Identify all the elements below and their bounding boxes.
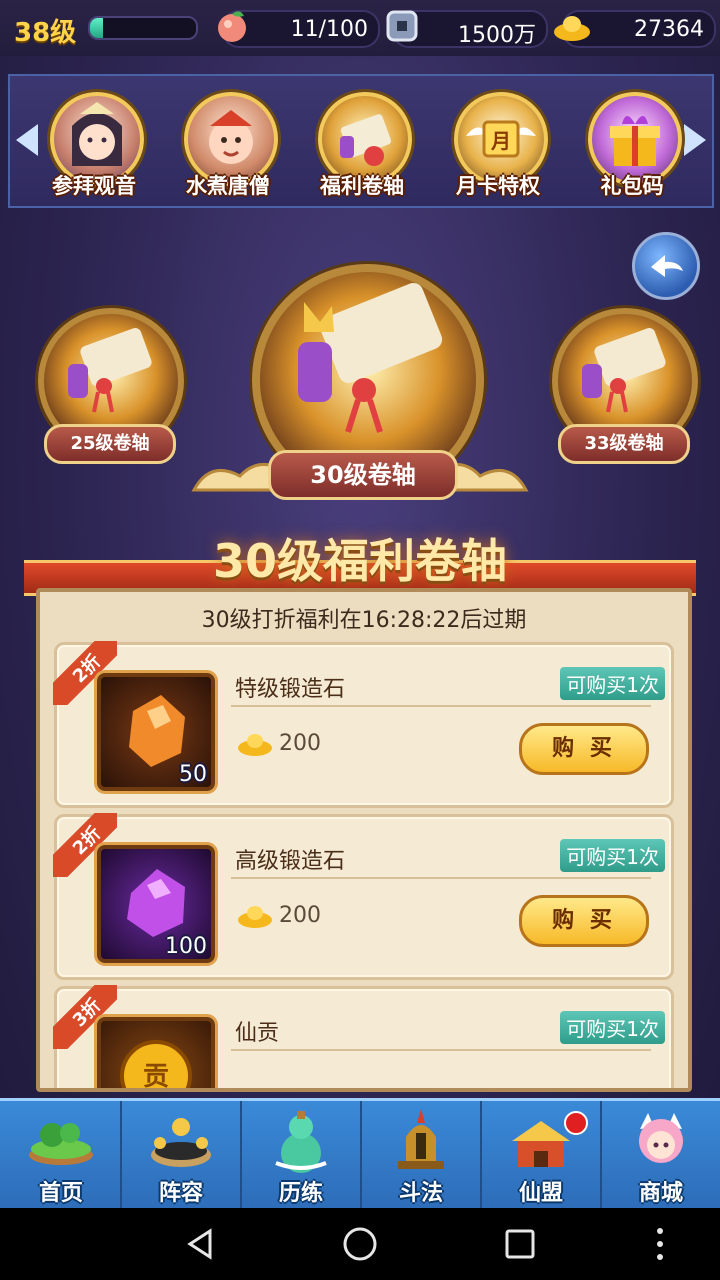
scroll-tag-right: 33级卷轴 [558, 424, 690, 464]
scroll-left-icon [68, 328, 152, 413]
nav-tab-shop[interactable]: 商城 [602, 1101, 720, 1211]
back-button[interactable] [632, 232, 700, 300]
nav-label: 商城 [638, 1181, 683, 1206]
island-icon [29, 1123, 93, 1165]
resource-bar: 38级 11/100 1500万 27364 [0, 0, 720, 56]
activity-label: 福利卷轴 [320, 174, 404, 198]
item-price: 200 [279, 903, 321, 928]
buy-button[interactable]: 购 买 [519, 895, 649, 947]
shop-item: 2折 50 特级锻造石 200 可购买1次 购 买 [53, 641, 674, 808]
activity-guanyin[interactable]: 参拜观音 [34, 90, 154, 202]
lineup-icon [151, 1118, 211, 1167]
gold-counter[interactable]: 27364 [554, 10, 716, 48]
forge-stone-orange-icon[interactable]: 50 [97, 673, 215, 791]
copper-coin-icon [386, 10, 418, 42]
coin-counter[interactable]: 1500万 [386, 10, 548, 48]
activity-carousel: 参拜观音 水煮唐僧 福利卷轴 月 月卡特权 礼包码 [8, 74, 714, 208]
shop-girl-icon [639, 1113, 683, 1163]
xp-bar-fill [90, 18, 103, 38]
purchase-limit-badge: 可购买1次 [560, 839, 665, 872]
activity-tang-monk[interactable]: 水煮唐僧 [168, 90, 288, 202]
nav-tab-lineup[interactable]: 阵容 [122, 1101, 242, 1211]
shop-item: 3折 贡 仙贡 可购买1次 [53, 985, 674, 1092]
more-options-icon[interactable] [648, 1226, 672, 1262]
activity-label: 月卡特权 [456, 174, 540, 198]
activity-gift-code[interactable]: 礼包码 [572, 90, 692, 202]
nav-tab-home[interactable]: 首页 [2, 1101, 122, 1211]
nav-label: 斗法 [398, 1181, 443, 1206]
item-price: 200 [279, 731, 321, 756]
back-triangle-icon[interactable] [184, 1228, 216, 1260]
scroll-tag-left: 25级卷轴 [44, 424, 176, 464]
item-divider [231, 1049, 651, 1051]
xp-bar [88, 16, 198, 40]
bottom-nav: 首页 阵容 历练 斗法 仙盟 商城 [0, 1098, 720, 1211]
buy-button[interactable]: 购 买 [519, 723, 649, 775]
activity-month-card[interactable]: 月 月卡特权 [438, 90, 558, 202]
gold-ingot-icon [238, 734, 272, 756]
notification-dot-icon [564, 1111, 588, 1135]
peach-icon [218, 11, 246, 42]
forge-stone-purple-icon[interactable]: 100 [97, 845, 215, 963]
purchase-limit-badge: 可购买1次 [560, 667, 665, 700]
gourd-icon [275, 1111, 327, 1173]
item-name: 仙贡 [235, 1021, 280, 1046]
stamina-counter[interactable]: 11/100 [218, 10, 380, 48]
month-card-glyph: 月 [490, 129, 511, 153]
purchase-limit-badge: 可购买1次 [560, 1011, 665, 1044]
gold-value: 27364 [634, 17, 704, 42]
nav-tab-training[interactable]: 历练 [242, 1101, 362, 1211]
scroll-tag-center: 30级卷轴 [268, 450, 458, 500]
discount-panel: 30级打折福利在16:28:22后过期 2折 50 特级锻造石 200 可购买1… [36, 588, 692, 1092]
recents-square-icon[interactable] [504, 1228, 536, 1260]
item-divider [231, 877, 651, 879]
gold-ingot-icon [238, 906, 272, 928]
system-nav-bar [0, 1208, 720, 1280]
back-arrow-icon [651, 255, 683, 277]
nav-label: 仙盟 [518, 1181, 563, 1206]
item-name: 特级锻造石 [235, 677, 346, 702]
stamina-value: 11/100 [290, 17, 368, 42]
scroll-right-icon [582, 328, 666, 413]
home-circle-icon[interactable] [342, 1226, 378, 1262]
expire-text: 30级打折福利在16:28:22后过期 [201, 608, 527, 633]
activity-welfare-scroll[interactable]: 福利卷轴 [302, 90, 422, 202]
nav-label: 历练 [278, 1181, 323, 1206]
activity-label: 参拜观音 [52, 174, 136, 198]
contribution-coin-icon[interactable]: 贡 [97, 1017, 215, 1092]
helmet-icon [398, 1109, 444, 1169]
item-divider [231, 705, 651, 707]
shop-item: 2折 100 高级锻造石 200 可购买1次 购 买 [53, 813, 674, 980]
coin-glyph: 贡 [143, 1062, 169, 1092]
item-name: 高级锻造石 [235, 849, 346, 874]
panel-title: 30级福利卷轴 [212, 534, 507, 588]
activity-label: 水煮唐僧 [186, 174, 270, 198]
coin-value: 1500万 [458, 23, 536, 48]
item-quantity: 50 [179, 762, 207, 787]
nav-tab-battle[interactable]: 斗法 [362, 1101, 482, 1211]
item-quantity: 100 [165, 934, 207, 959]
scroll-center-icon [298, 282, 443, 433]
nav-label: 阵容 [158, 1181, 203, 1206]
nav-tab-alliance[interactable]: 仙盟 [482, 1101, 602, 1211]
gold-ingot-icon [554, 16, 590, 41]
player-level: 38级 [14, 18, 77, 48]
nav-label: 首页 [38, 1181, 83, 1206]
activity-label: 礼包码 [600, 174, 664, 198]
